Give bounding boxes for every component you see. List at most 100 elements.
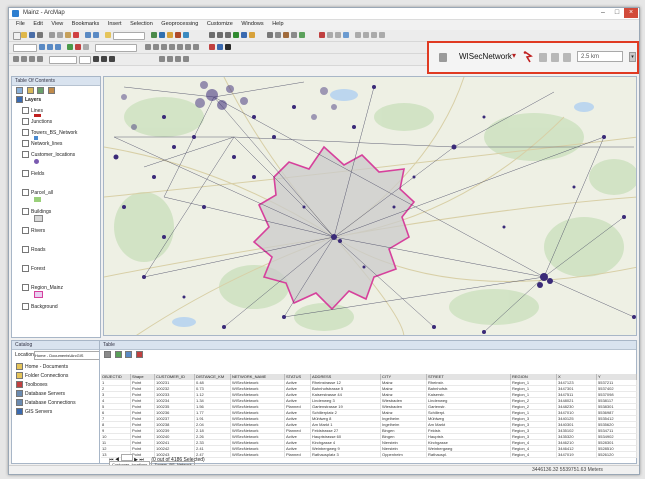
layer-checkbox[interactable] <box>22 140 29 148</box>
layer-checkbox[interactable] <box>22 265 29 273</box>
layer-checkbox[interactable] <box>22 208 29 216</box>
catalog-item-1[interactable]: Folder Connections <box>16 372 68 380</box>
find-icon[interactable] <box>275 32 281 38</box>
sketch-props-icon[interactable] <box>185 44 191 50</box>
menu-help[interactable]: Help <box>272 21 283 27</box>
layer-checkbox[interactable] <box>22 246 29 254</box>
text-tool-icon[interactable] <box>37 56 43 62</box>
cut-polygons-icon[interactable] <box>175 56 181 62</box>
table-cell[interactable]: Rathausplatz 3 <box>311 452 381 458</box>
menu-bookmarks[interactable]: Bookmarks <box>72 21 100 27</box>
toc-layer-7[interactable]: Parcel_all <box>22 189 53 197</box>
pan-icon[interactable] <box>225 32 231 38</box>
table-cell[interactable]: 5526120 <box>597 452 637 458</box>
catalog-item-0[interactable]: Home - Documents <box>16 363 68 371</box>
edit-vertices-icon[interactable] <box>159 56 165 62</box>
editor-icon[interactable] <box>151 32 157 38</box>
fill-icon[interactable] <box>379 32 385 38</box>
menu-insert[interactable]: Insert <box>108 21 122 27</box>
sketch-icon[interactable] <box>145 44 151 50</box>
copy-icon[interactable] <box>57 32 63 38</box>
table-cell[interactable]: 3447019 <box>557 452 597 458</box>
measure-icon[interactable] <box>267 32 273 38</box>
clear-icon[interactable] <box>563 53 571 62</box>
font-size-combobox[interactable] <box>79 56 91 64</box>
clear-selection-icon[interactable] <box>136 351 144 358</box>
catalog-icon[interactable] <box>167 32 173 38</box>
toc-layer-13[interactable]: Background <box>22 303 58 311</box>
rectangle-icon[interactable] <box>29 56 35 62</box>
toc-layer-3[interactable]: Towers_BS_Network <box>22 129 77 137</box>
split-icon[interactable] <box>161 44 167 50</box>
forward-icon[interactable] <box>55 44 61 50</box>
full-extent-icon[interactable] <box>233 32 239 38</box>
delete-icon[interactable] <box>73 32 79 38</box>
layer-checkbox[interactable] <box>22 303 29 311</box>
open-icon[interactable] <box>21 32 27 38</box>
minimize-button[interactable]: – <box>596 8 610 18</box>
list-by-visibility-icon[interactable] <box>37 87 45 94</box>
cut-icon[interactable] <box>49 32 55 38</box>
toc-icon[interactable] <box>159 32 165 38</box>
table-cell[interactable]: Oppenheim <box>381 452 427 458</box>
select-by-attributes-icon[interactable] <box>114 351 122 358</box>
layer-checkbox[interactable] <box>22 129 29 137</box>
table-options-icon[interactable] <box>104 351 111 358</box>
select-icon[interactable] <box>249 32 255 38</box>
globe-icon[interactable] <box>343 32 349 38</box>
hyperlink-icon[interactable] <box>283 32 289 38</box>
add-data-icon[interactable] <box>105 32 111 38</box>
redo-icon[interactable] <box>93 32 99 38</box>
layer-checkbox[interactable] <box>22 227 29 235</box>
snap-icon[interactable] <box>327 32 333 38</box>
time-slider-icon[interactable] <box>299 32 305 38</box>
color-icon[interactable] <box>209 44 215 50</box>
menu-view[interactable]: View <box>51 21 63 27</box>
catalog-location-input[interactable]: Home - Documents\ArcGIS <box>34 351 100 360</box>
georef-icon[interactable] <box>319 32 325 38</box>
menu-edit[interactable]: Edit <box>33 21 42 27</box>
menu-selection[interactable]: Selection <box>130 21 153 27</box>
go-to-xy-icon[interactable] <box>67 44 73 50</box>
attributes-icon[interactable] <box>177 44 183 50</box>
scale-combobox[interactable] <box>113 32 145 40</box>
close-button[interactable]: × <box>624 8 638 18</box>
toc-layer-0[interactable]: Layers <box>16 96 41 104</box>
toc-layer-6[interactable]: Fields <box>22 170 44 178</box>
map-view[interactable] <box>103 76 637 336</box>
record-input[interactable] <box>120 454 133 461</box>
rotate-icon[interactable] <box>169 44 175 50</box>
catalog-item-5[interactable]: GIS Servers <box>16 408 52 416</box>
print-icon[interactable] <box>37 32 43 38</box>
table-cell[interactable]: WISecNetwork <box>231 452 285 458</box>
toc-layer-9[interactable]: Rivers <box>22 227 45 235</box>
layer-checkbox[interactable] <box>22 189 29 197</box>
marker-color-icon[interactable] <box>225 44 231 50</box>
vertex-icon[interactable] <box>153 44 159 50</box>
distance-input[interactable]: 2.5 km <box>577 51 623 62</box>
layer-checkbox[interactable] <box>22 107 29 115</box>
table-cell[interactable]: Planned <box>285 452 311 458</box>
distance-dropdown-icon[interactable]: ▾ <box>629 52 636 62</box>
text-icon[interactable] <box>363 32 369 38</box>
network-selector[interactable]: WISecNetwork <box>459 52 512 61</box>
table-cell[interactable]: Rathauspl. <box>427 452 511 458</box>
zoom-in-icon[interactable] <box>209 32 215 38</box>
table-cell[interactable]: Region_4 <box>511 452 557 458</box>
list-by-selection-icon[interactable] <box>48 87 56 94</box>
pointer-icon[interactable] <box>21 56 27 62</box>
draw-icon[interactable] <box>355 32 361 38</box>
list-by-source-icon[interactable] <box>26 87 34 94</box>
toc-layer-4[interactable]: Network_lines <box>22 140 62 148</box>
menu-windows[interactable]: Windows <box>241 21 263 27</box>
menu-file[interactable]: File <box>16 21 25 27</box>
switch-selection-icon[interactable] <box>125 351 133 358</box>
toc-layer-2[interactable]: Junctions <box>22 118 52 126</box>
layer-checkbox[interactable] <box>22 151 29 159</box>
route-icon[interactable] <box>75 44 81 50</box>
swipe-icon[interactable] <box>83 44 89 50</box>
html-popup-icon[interactable] <box>291 32 297 38</box>
topology-icon[interactable] <box>183 56 189 62</box>
identify-icon[interactable] <box>241 32 247 38</box>
toc-layer-5[interactable]: Customer_locations <box>22 151 75 159</box>
